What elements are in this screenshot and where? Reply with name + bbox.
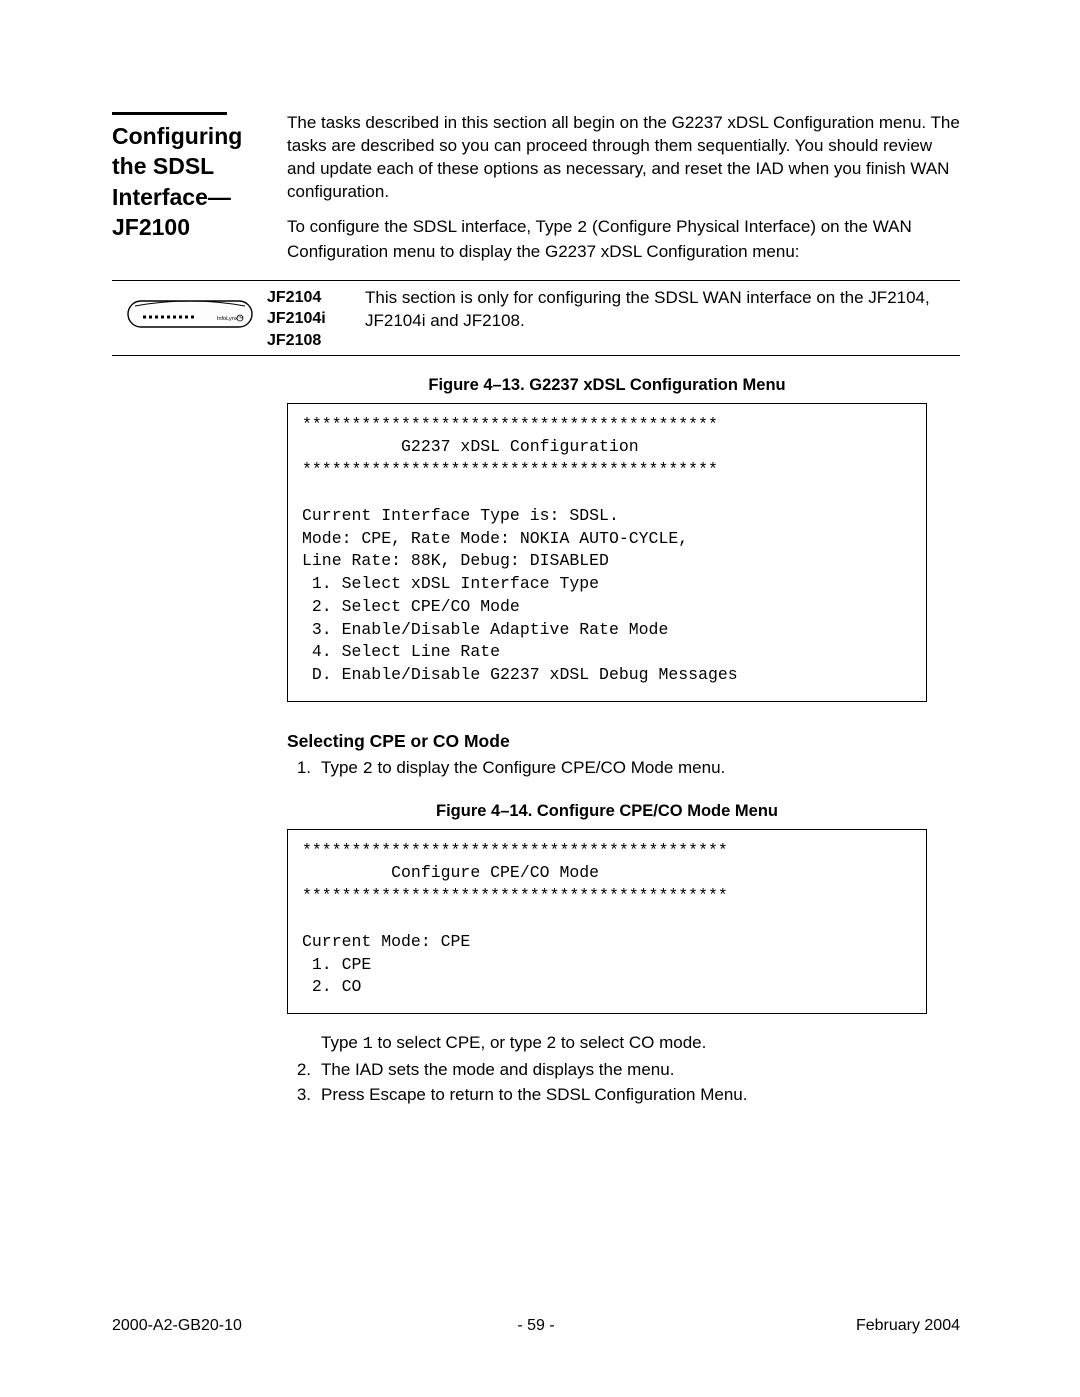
note-code: 1 — [363, 1035, 373, 1054]
page-footer: 2000-A2-GB20-10 - 59 - February 2004 — [112, 1315, 960, 1337]
instruction-paragraph: To configure the SDSL interface, Type 2 … — [287, 216, 960, 264]
list-item: 2. The IAD sets the mode and displays th… — [287, 1059, 960, 1082]
device-label: JF2108 — [267, 330, 357, 352]
figure-caption-1: Figure 4–13. G2237 xDSL Configuration Me… — [287, 374, 927, 396]
section-heading: Configur­ing the SDSL Inter­face—JF2100 — [112, 121, 275, 242]
subheading-cpe-co: Selecting CPE or CO Mode — [287, 730, 960, 754]
device-label: JF2104 — [267, 287, 357, 309]
terminal-block-2: ****************************************… — [287, 829, 927, 1014]
instruction-code: 2 — [577, 219, 587, 238]
footer-doc-number: 2000-A2-GB20-10 — [112, 1315, 332, 1337]
step1-pre: Type — [321, 758, 363, 777]
note-pre: Type — [321, 1033, 363, 1052]
footer-date: February 2004 — [740, 1315, 960, 1337]
device-note-row: InfoLynx™ JF2104 JF2104i JF2108 This sec… — [112, 280, 960, 357]
list-item: 3. Press Escape to return to the SDSL Co… — [287, 1084, 960, 1107]
figure-caption-2: Figure 4–14. Configure CPE/CO Mode Menu — [287, 800, 927, 822]
document-page: Configur­ing the SDSL Inter­face—JF2100 … — [0, 0, 1080, 1397]
note-line: Type 1 to select CPE, or type 2 to selec… — [321, 1032, 960, 1057]
device-image: InfoLynx™ — [112, 287, 267, 333]
note-post: to select CPE, or type 2 to select CO mo… — [373, 1033, 707, 1052]
step1-code: 2 — [363, 760, 373, 779]
step2-text: The IAD sets the mode and displays the m… — [321, 1059, 960, 1082]
terminal-block-1: ****************************************… — [287, 403, 927, 702]
intro-paragraph: The tasks described in this section all … — [287, 112, 960, 204]
instruction-pre: To configure the SDSL interface, Type — [287, 217, 577, 236]
device-description: This section is only for configuring the… — [365, 287, 960, 333]
step3-text: Press Escape to return to the SDSL Confi… — [321, 1084, 960, 1107]
device-label: JF2104i — [267, 308, 357, 330]
heading-rule — [112, 112, 227, 115]
step1-post: to display the Configure CPE/CO Mode men… — [373, 758, 725, 777]
footer-page-number: - 59 - — [332, 1315, 740, 1337]
list-item: 1. Type 2 to display the Configure CPE/C… — [287, 757, 960, 782]
device-labels: JF2104 JF2104i JF2108 — [267, 287, 365, 352]
